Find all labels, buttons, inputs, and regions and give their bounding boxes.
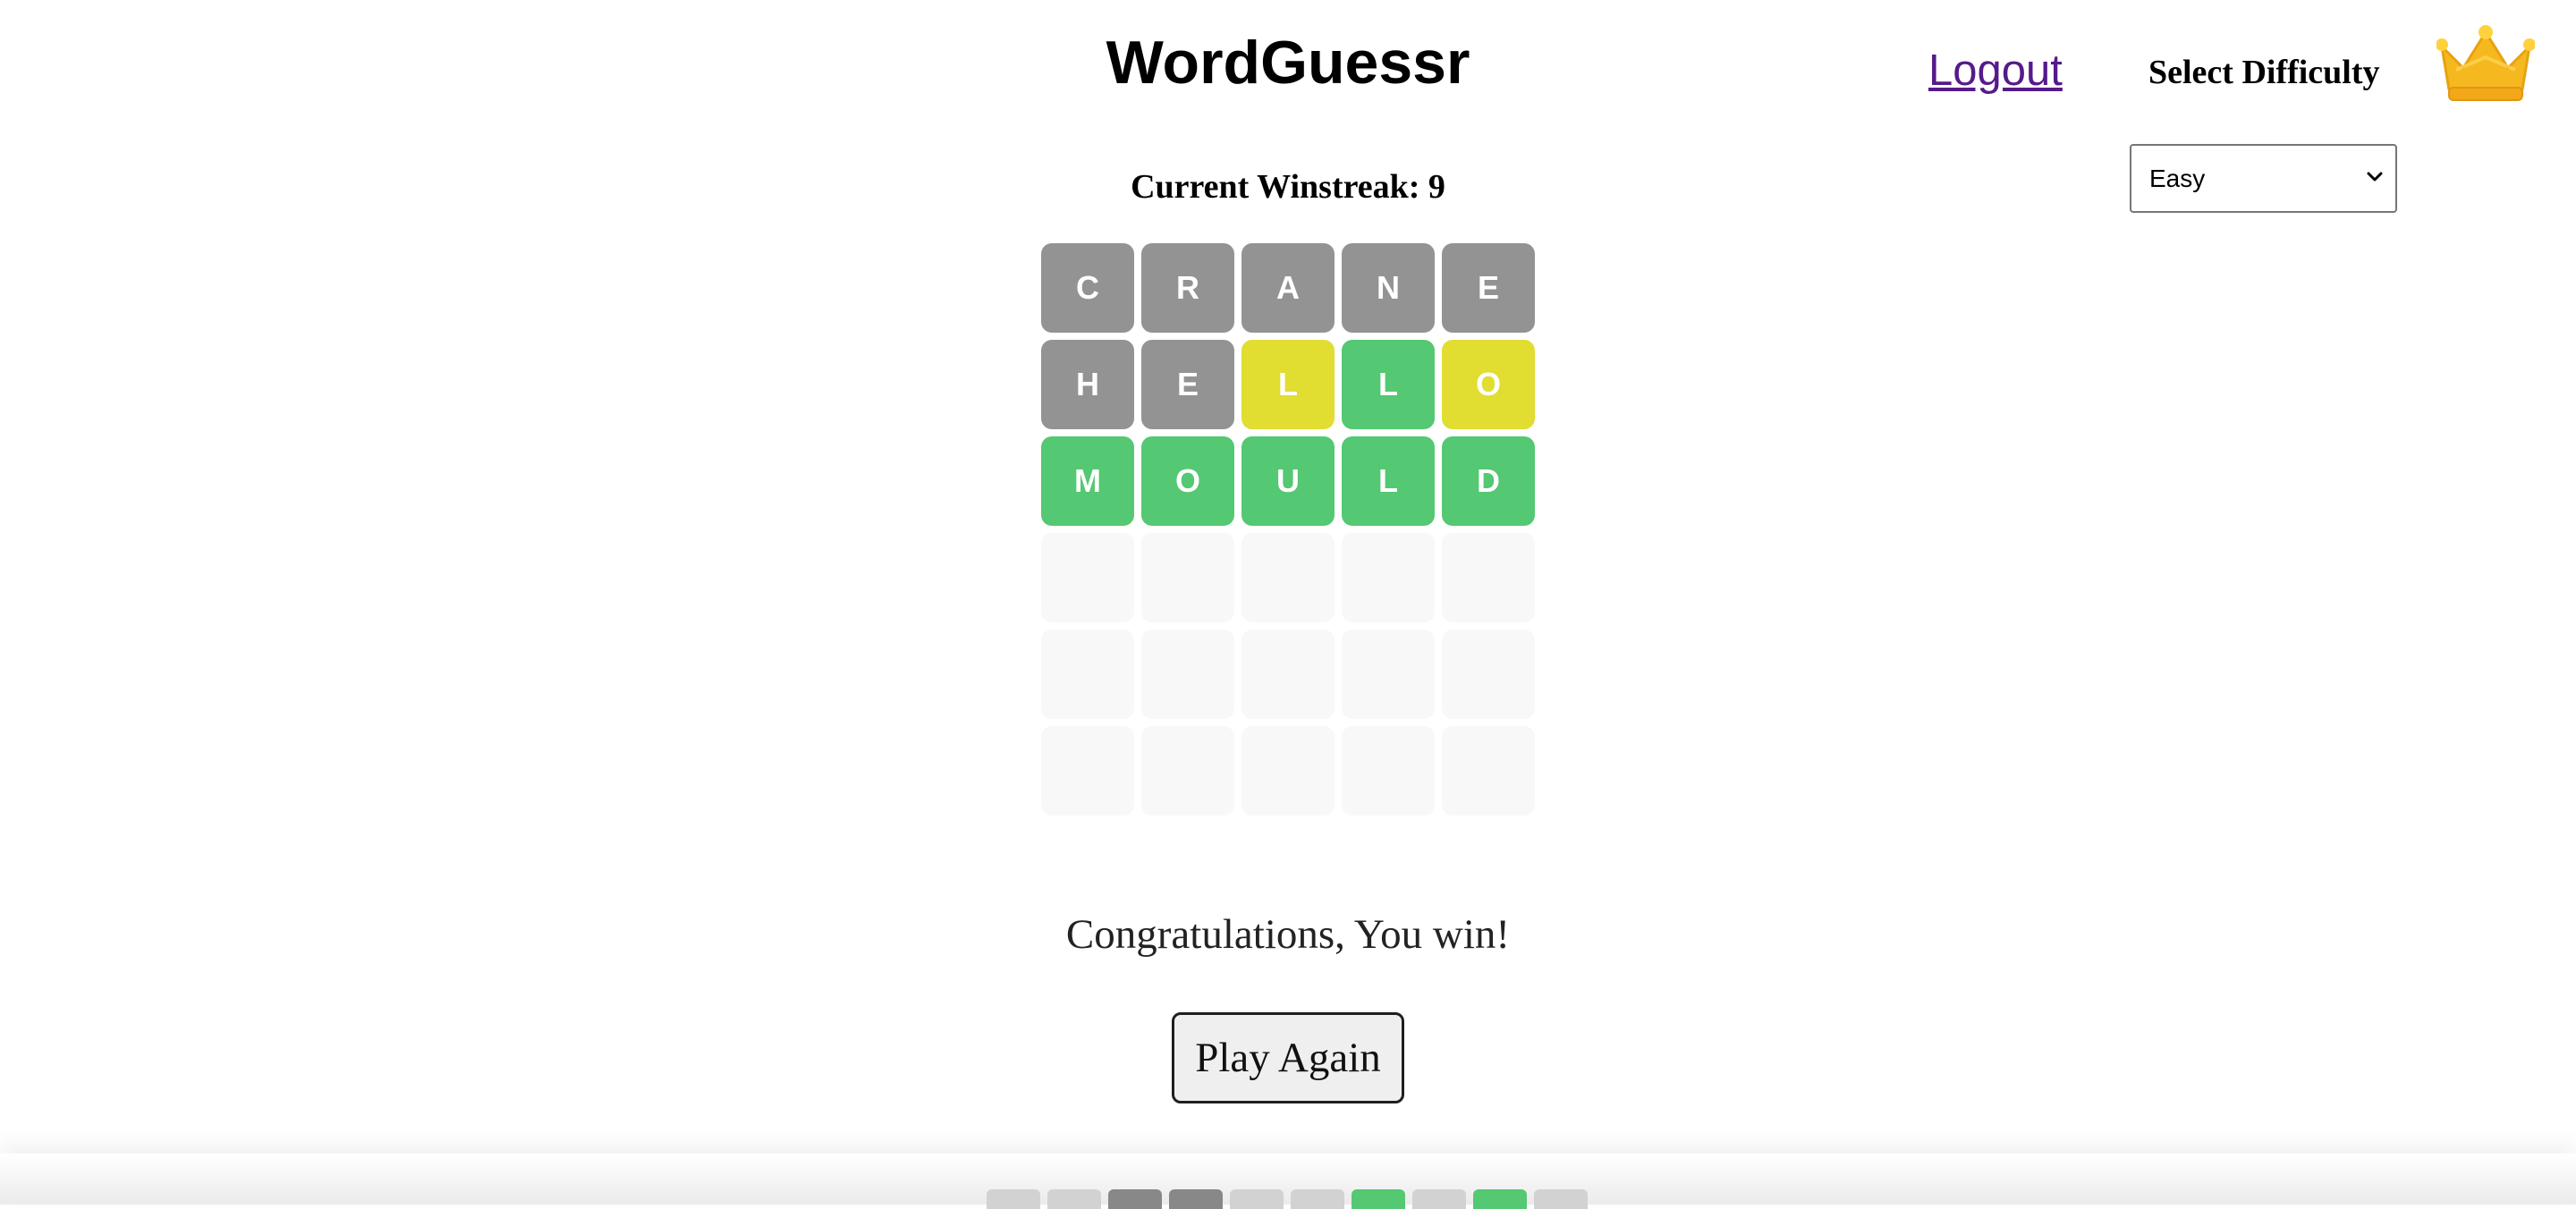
- board-tile: E: [1442, 243, 1535, 333]
- board-tile: [1241, 533, 1335, 622]
- board-tile: O: [1442, 340, 1535, 429]
- keyboard-key[interactable]: [1108, 1189, 1162, 1209]
- difficulty-label: Select Difficulty: [2148, 54, 2380, 91]
- keyboard-key[interactable]: [1169, 1189, 1223, 1209]
- winstreak-text: Current Winstreak: 9: [1131, 168, 1445, 206]
- board-tile: O: [1141, 436, 1234, 526]
- board-tile: A: [1241, 243, 1335, 333]
- play-again-button[interactable]: Play Again: [1172, 1012, 1404, 1103]
- board-tile: [1041, 726, 1134, 816]
- board-tile: R: [1141, 243, 1234, 333]
- keyboard-key[interactable]: [987, 1189, 1040, 1209]
- board-tile: N: [1342, 243, 1435, 333]
- guess-board: CRANEHELLOMOULD: [1041, 243, 1535, 816]
- board-tile: D: [1442, 436, 1535, 526]
- board-tile: E: [1141, 340, 1234, 429]
- board-tile: H: [1041, 340, 1134, 429]
- board-tile: [1141, 533, 1234, 622]
- logout-link[interactable]: Logout: [1928, 41, 2063, 100]
- board-tile: [1141, 726, 1234, 816]
- board-tile: L: [1342, 436, 1435, 526]
- board-tile: [1041, 630, 1134, 719]
- keyboard-key[interactable]: [1291, 1189, 1344, 1209]
- keyboard-key[interactable]: [1230, 1189, 1284, 1209]
- board-tile: [1442, 533, 1535, 622]
- win-message: Congratulations, You win!: [1065, 911, 1511, 958]
- board-tile: [1342, 726, 1435, 816]
- board-tile: U: [1241, 436, 1335, 526]
- board-tile: C: [1041, 243, 1134, 333]
- board-tile: L: [1241, 340, 1335, 429]
- keyboard-key[interactable]: [1473, 1189, 1527, 1209]
- keyboard-peek: [987, 1189, 1588, 1209]
- board-tile: L: [1342, 340, 1435, 429]
- board-tile: [1442, 726, 1535, 816]
- board-tile: [1442, 630, 1535, 719]
- board-tile: M: [1041, 436, 1134, 526]
- board-tile: [1241, 726, 1335, 816]
- board-tile: [1342, 630, 1435, 719]
- keyboard-key[interactable]: [1534, 1189, 1588, 1209]
- keyboard-key[interactable]: [1352, 1189, 1405, 1209]
- board-tile: [1241, 630, 1335, 719]
- board-tile: [1041, 533, 1134, 622]
- board-tile: [1141, 630, 1234, 719]
- crown-icon[interactable]: [2436, 25, 2535, 104]
- board-tile: [1342, 533, 1435, 622]
- keyboard-key[interactable]: [1047, 1189, 1101, 1209]
- keyboard-key[interactable]: [1412, 1189, 1466, 1209]
